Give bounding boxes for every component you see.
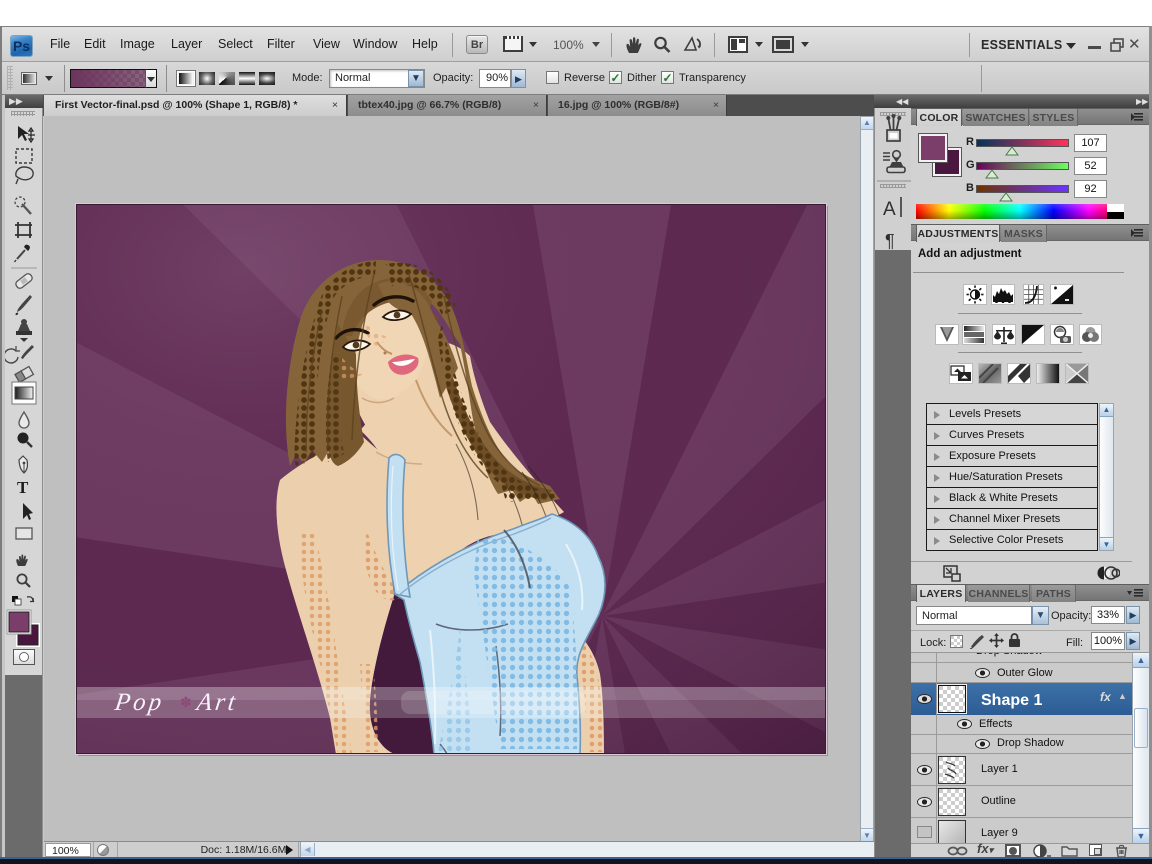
svg-text:Art: Art (193, 689, 240, 716)
svg-text:T: T (17, 478, 29, 497)
svg-text:¶: ¶ (885, 231, 895, 250)
svg-text:A: A (883, 199, 896, 220)
svg-text:✽: ✽ (180, 694, 192, 710)
svg-text:Pop: Pop (112, 689, 166, 716)
